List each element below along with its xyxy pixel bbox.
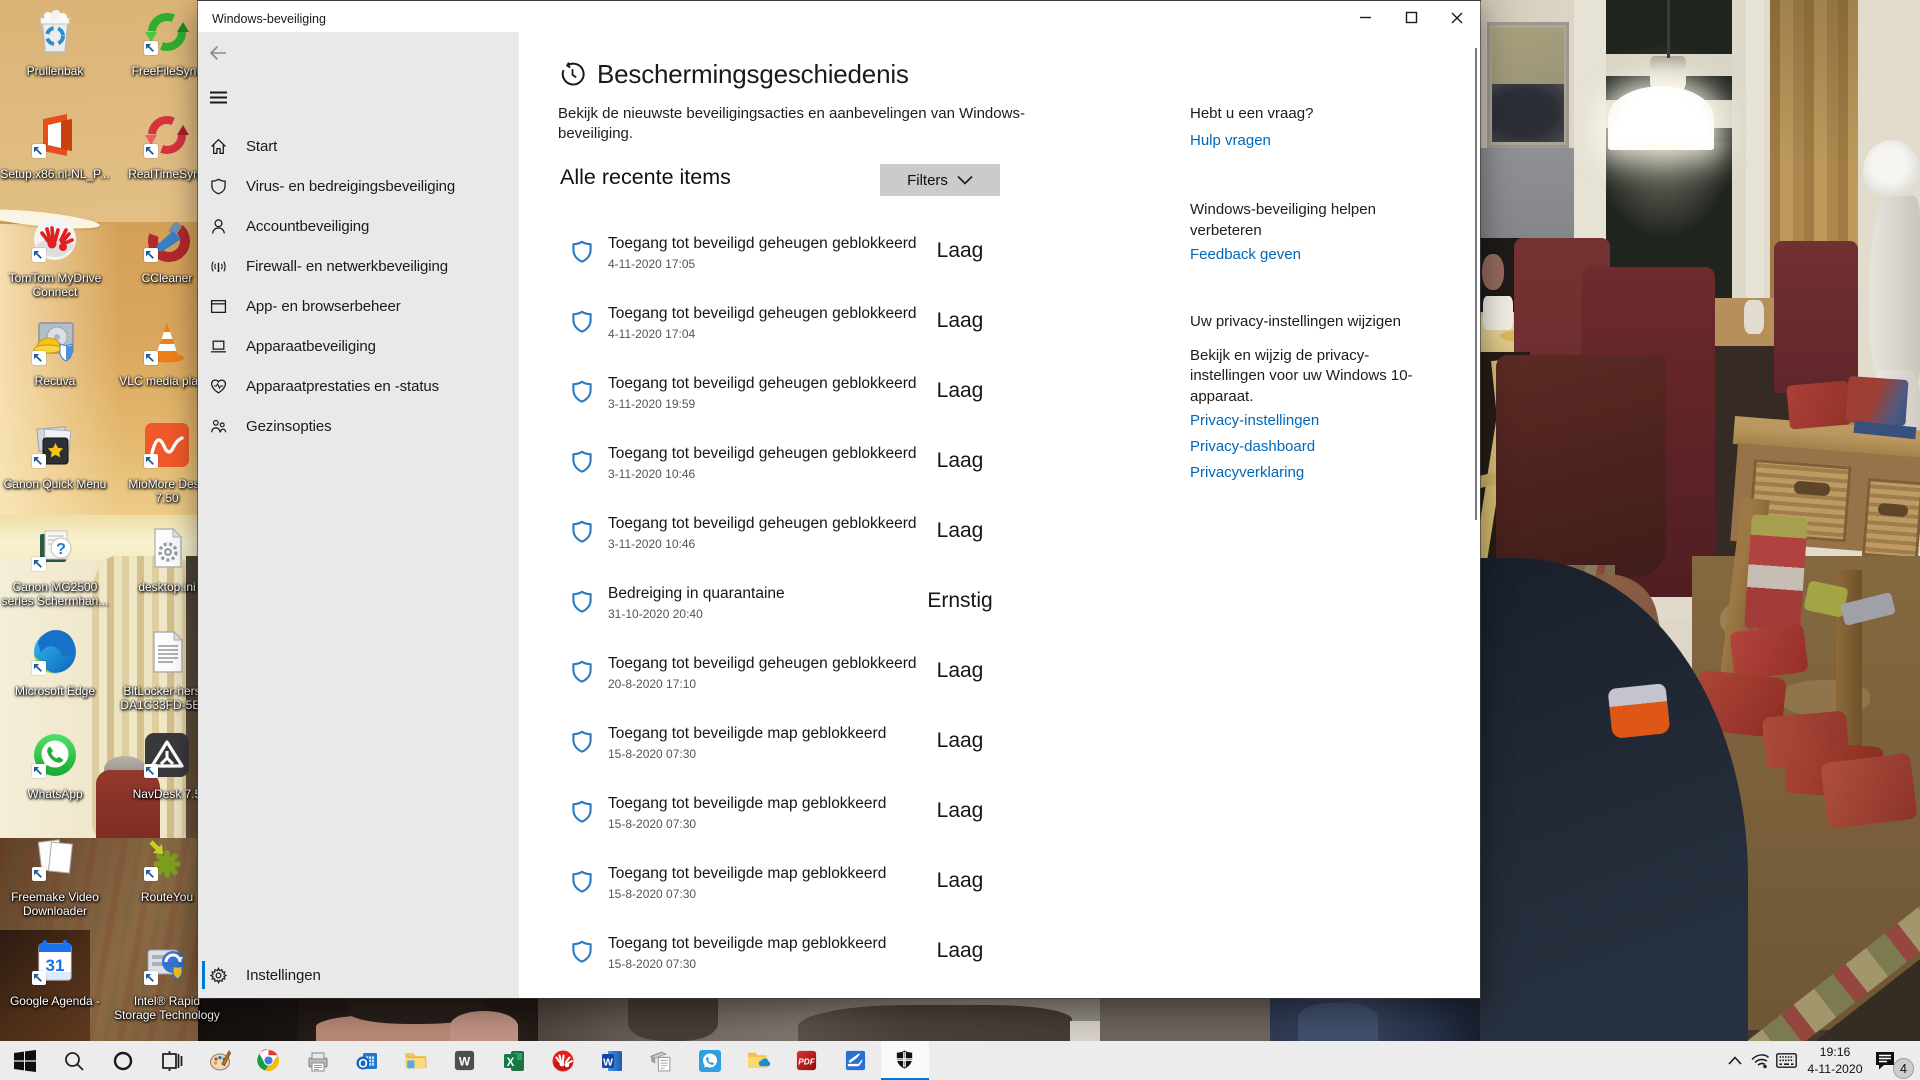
svg-text:PDF: PDF — [798, 1057, 815, 1066]
svg-text:X: X — [506, 1056, 514, 1068]
svg-text:W: W — [603, 1056, 613, 1068]
svg-text:O: O — [358, 1056, 367, 1070]
svg-text:?: ? — [56, 541, 66, 558]
svg-text:W: W — [459, 1054, 471, 1068]
svg-text:31: 31 — [46, 956, 65, 975]
